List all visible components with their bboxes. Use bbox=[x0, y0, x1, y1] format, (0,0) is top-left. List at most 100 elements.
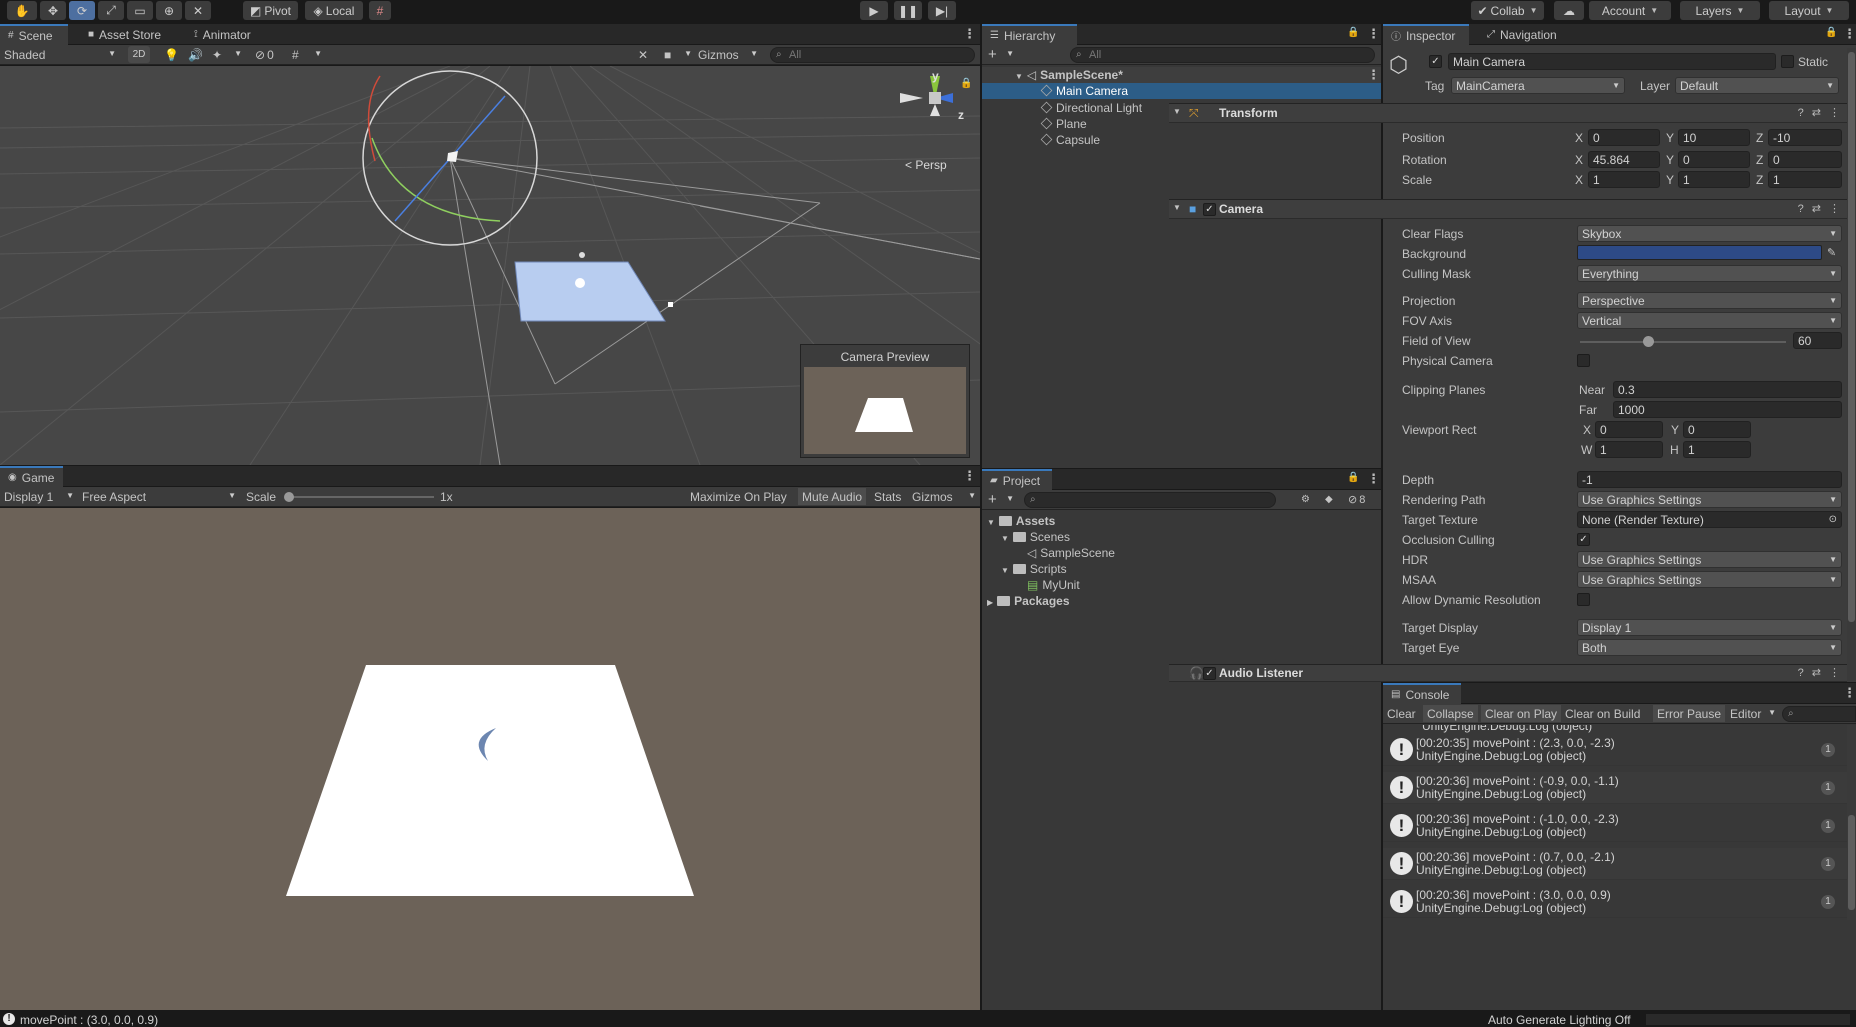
scene-menu-icon[interactable]: ⋮ bbox=[963, 27, 976, 40]
local-toggle[interactable]: ◈ Local bbox=[305, 1, 363, 20]
occlusion-culling-checkbox[interactable]: ✓ bbox=[1577, 533, 1590, 546]
display-dropdown[interactable]: Display 1 ▼ bbox=[4, 488, 78, 505]
console-log-row[interactable]: ! [00:20:36] movePoint : (0.7, 0.0, -2.1… bbox=[1383, 848, 1847, 880]
fov-value-field[interactable]: 60 bbox=[1793, 332, 1842, 349]
projection-dropdown[interactable]: Perspective ▼ bbox=[1577, 292, 1842, 309]
hierarchy-menu-icon[interactable]: ⋮ bbox=[1367, 27, 1380, 40]
aspect-dropdown[interactable]: Free Aspect ▼ bbox=[82, 488, 240, 505]
camera-header[interactable]: ▼ ■ ✓ Camera ?⇄⋮ bbox=[1169, 199, 1856, 219]
tab-asset-store[interactable]: ■ Asset Store bbox=[80, 24, 169, 45]
depth-field[interactable]: -1 bbox=[1577, 471, 1842, 488]
inspector-scrollbar-thumb[interactable] bbox=[1848, 52, 1855, 622]
lock-icon[interactable]: 🔒 bbox=[1825, 27, 1837, 38]
filter-type-icon[interactable]: ⚙ bbox=[1301, 491, 1310, 508]
near-clip-field[interactable]: 0.3 bbox=[1613, 381, 1842, 398]
audio-icon[interactable]: 🔊 bbox=[188, 46, 203, 63]
account-dropdown[interactable]: Account ▼ bbox=[1589, 1, 1671, 20]
camera-enabled-checkbox[interactable]: ✓ bbox=[1203, 203, 1216, 216]
help-icon[interactable]: ? bbox=[1798, 107, 1812, 119]
static-dropdown[interactable]: Static▼ bbox=[1798, 53, 1854, 70]
eyedropper-icon[interactable]: ✎ bbox=[1827, 246, 1836, 259]
tab-hierarchy[interactable]: ☰ Hierarchy bbox=[982, 24, 1077, 45]
inspector-scrollbar[interactable] bbox=[1847, 48, 1856, 682]
project-folder-packages[interactable]: ▶ Packages bbox=[987, 594, 1070, 608]
cloud-button[interactable]: ☁ bbox=[1554, 1, 1584, 20]
far-clip-field[interactable]: 1000 bbox=[1613, 401, 1842, 418]
fov-axis-dropdown[interactable]: Vertical ▼ bbox=[1577, 312, 1842, 329]
tab-animator[interactable]: ⟟ Animator bbox=[186, 24, 259, 45]
persp-toggle[interactable]: < Persp bbox=[905, 158, 947, 172]
hierarchy-item-directional-light[interactable]: Directional Light bbox=[1040, 101, 1142, 115]
object-picker-icon[interactable]: ⊙ bbox=[1829, 512, 1837, 527]
target-eye-dropdown[interactable]: Both ▼ bbox=[1577, 639, 1842, 656]
hierarchy-item-plane[interactable]: Plane bbox=[1040, 117, 1087, 131]
project-folder-scripts[interactable]: ▼ Scripts bbox=[1001, 562, 1067, 576]
console-scrollbar-thumb[interactable] bbox=[1848, 815, 1855, 910]
scene-viewport[interactable]: y z 🔒 < Persp Camera Preview bbox=[0, 66, 980, 465]
tag-dropdown[interactable]: MainCamera ▼ bbox=[1451, 77, 1625, 94]
console-menu-icon[interactable]: ⋮ bbox=[1843, 686, 1856, 699]
grid-snap-button[interactable]: # bbox=[369, 1, 391, 20]
scale-tool-button[interactable]: ⤢ bbox=[98, 1, 124, 20]
project-menu-icon[interactable]: ⋮ bbox=[1367, 472, 1380, 485]
tab-project[interactable]: ▰ Project bbox=[982, 469, 1052, 490]
allow-dynamic-resolution-checkbox[interactable] bbox=[1577, 593, 1590, 606]
console-clear-button[interactable]: Clear bbox=[1387, 705, 1416, 722]
status-message[interactable]: movePoint : (3.0, 0.0, 0.9) bbox=[20, 1013, 158, 1027]
layer-dropdown[interactable]: Default ▼ bbox=[1675, 77, 1839, 94]
background-color-swatch[interactable] bbox=[1577, 245, 1822, 260]
console-scrollbar[interactable] bbox=[1847, 725, 1856, 920]
game-gizmos-dropdown[interactable]: Gizmos ▼ bbox=[912, 488, 976, 505]
rotation-x-field[interactable]: 45.864 bbox=[1588, 151, 1660, 168]
layout-dropdown[interactable]: Layout ▼ bbox=[1769, 1, 1849, 20]
console-log-row[interactable]: ! [00:20:36] movePoint : (-1.0, 0.0, -2.… bbox=[1383, 810, 1847, 842]
tab-scene[interactable]: # Scene bbox=[0, 24, 68, 45]
audio-listener-header[interactable]: 🎧 ✓ Audio Listener ?⇄⋮ bbox=[1169, 664, 1856, 682]
hdr-dropdown[interactable]: Use Graphics Settings ▼ bbox=[1577, 551, 1842, 568]
component-menu-icon[interactable]: ⋮ bbox=[1829, 107, 1848, 119]
static-checkbox[interactable] bbox=[1781, 55, 1794, 68]
console-editor-dropdown[interactable]: Editor ▼ bbox=[1730, 705, 1776, 722]
hierarchy-create-dropdown[interactable]: + ▼ bbox=[988, 46, 1014, 63]
project-folder-scenes[interactable]: ▼ Scenes bbox=[1001, 530, 1070, 544]
viewport-h-field[interactable]: 1 bbox=[1683, 441, 1751, 458]
console-log-row[interactable]: ! [00:20:36] movePoint : (3.0, 0.0, 0.9)… bbox=[1383, 886, 1847, 918]
pause-button[interactable]: ❚❚ bbox=[894, 1, 922, 20]
grid-toggle-dropdown[interactable]: # ▼ bbox=[292, 46, 322, 63]
help-icon[interactable]: ? bbox=[1798, 667, 1812, 679]
effects-dropdown[interactable]: ✦ ▼ bbox=[212, 46, 242, 63]
pivot-toggle[interactable]: ◩ Pivot bbox=[243, 1, 298, 20]
viewport-x-field[interactable]: 0 bbox=[1595, 421, 1663, 438]
gameobject-large-icon[interactable]: ⬡ bbox=[1389, 52, 1415, 80]
viewport-y-field[interactable]: 0 bbox=[1683, 421, 1751, 438]
hierarchy-item-main-camera[interactable]: Main Camera bbox=[982, 83, 1381, 99]
scale-z-field[interactable]: 1 bbox=[1768, 171, 1842, 188]
camera-settings-dropdown[interactable]: ■ ▼ bbox=[664, 46, 692, 63]
rotate-tool-button[interactable]: ⟳ bbox=[69, 1, 95, 20]
viewport-w-field[interactable]: 1 bbox=[1595, 441, 1663, 458]
hierarchy-item-capsule[interactable]: Capsule bbox=[1040, 133, 1100, 147]
custom-tool-button[interactable]: ✕ bbox=[185, 1, 211, 20]
hand-tool-button[interactable]: ✋ bbox=[7, 1, 37, 20]
scene-gizmos-dropdown[interactable]: Gizmos ▼ bbox=[698, 46, 758, 63]
component-menu-icon[interactable]: ⋮ bbox=[1829, 203, 1848, 215]
physical-camera-checkbox[interactable] bbox=[1577, 354, 1590, 367]
console-log-row[interactable]: ! [00:20:35] movePoint : (2.3, 0.0, -2.3… bbox=[1383, 734, 1847, 766]
tab-navigation[interactable]: ⤢ Navigation bbox=[1479, 24, 1565, 45]
preset-icon[interactable]: ⇄ bbox=[1812, 203, 1829, 215]
lighting-icon[interactable]: 💡 bbox=[164, 46, 179, 63]
rect-tool-button[interactable]: ▭ bbox=[127, 1, 153, 20]
2d-toggle[interactable]: 2D bbox=[128, 46, 150, 63]
scene-root-row[interactable]: ▼ ◁ SampleScene* ⋮ bbox=[982, 67, 1381, 83]
position-x-field[interactable]: 0 bbox=[1588, 129, 1660, 146]
tools-icon[interactable]: ✕ bbox=[638, 46, 652, 63]
fov-slider-handle[interactable] bbox=[1643, 336, 1654, 347]
console-error-pause-toggle[interactable]: Error Pause bbox=[1653, 705, 1726, 722]
project-item-sample-scene[interactable]: ◁ SampleScene bbox=[1027, 546, 1115, 560]
scale-y-field[interactable]: 1 bbox=[1678, 171, 1750, 188]
maximize-on-play-toggle[interactable]: Maximize On Play bbox=[690, 488, 787, 505]
position-y-field[interactable]: 10 bbox=[1678, 129, 1750, 146]
project-create-dropdown[interactable]: + ▼ bbox=[988, 491, 1014, 508]
culling-mask-dropdown[interactable]: Everything ▼ bbox=[1577, 265, 1842, 282]
tab-console[interactable]: ▤ Console bbox=[1383, 683, 1461, 704]
